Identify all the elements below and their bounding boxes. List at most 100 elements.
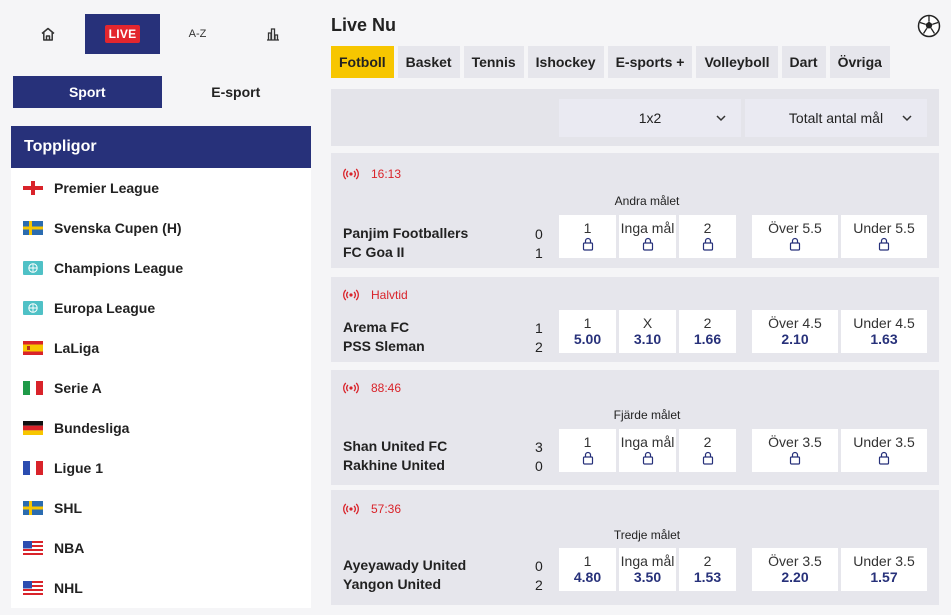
away-team[interactable]: PSS Sleman xyxy=(343,338,425,354)
lock-icon xyxy=(619,451,676,465)
odds-button[interactable]: Under 5.5 xyxy=(841,215,927,258)
odds-button[interactable]: Över 4.5 2.10 xyxy=(752,310,838,353)
odds-button[interactable]: Under 4.5 1.63 xyxy=(841,310,927,353)
market-dropdown-label: Totalt antal mål xyxy=(788,110,884,126)
live-signal-icon xyxy=(343,503,365,515)
odds-label: Över 3.5 xyxy=(768,434,822,450)
tab-7[interactable]: Övriga xyxy=(829,46,890,78)
match-time: Halvtid xyxy=(343,288,408,302)
league-item[interactable]: NBA xyxy=(11,528,311,568)
odds-label: 2 xyxy=(703,315,712,331)
odds-value: 2.20 xyxy=(781,569,809,585)
odds-button[interactable]: Under 3.5 1.57 xyxy=(841,548,927,591)
home-score: 0 xyxy=(535,558,543,574)
odds-button[interactable]: Över 3.5 2.20 xyxy=(752,548,838,591)
soccer-ball-icon[interactable] xyxy=(917,14,941,38)
live-button[interactable]: LIVE xyxy=(85,14,160,54)
league-item[interactable]: Europa League xyxy=(11,288,311,328)
league-label: Champions League xyxy=(54,260,184,276)
home-team[interactable]: Shan United FC xyxy=(343,438,447,454)
match-time-label: 16:13 xyxy=(371,167,402,181)
tab-5[interactable]: Volleyboll xyxy=(696,46,778,78)
league-item[interactable]: Premier League xyxy=(11,168,311,208)
odds-label: Inga mål xyxy=(620,434,675,450)
league-item[interactable]: NHL xyxy=(11,568,311,608)
away-team[interactable]: Yangon United xyxy=(343,576,441,592)
league-item[interactable]: Champions League xyxy=(11,248,311,288)
home-team[interactable]: Arema FC xyxy=(343,319,409,335)
home-score: 3 xyxy=(535,439,543,455)
tab-6[interactable]: Dart xyxy=(781,46,826,78)
italy-flag-icon xyxy=(23,381,43,395)
market-dropdown-total-goals[interactable]: Totalt antal mål xyxy=(745,99,927,137)
match-time: 88:46 xyxy=(343,381,401,395)
odds-button[interactable]: Inga mål 3.50 xyxy=(619,548,676,591)
tab-4[interactable]: E-sports + xyxy=(607,46,693,78)
odds-button[interactable]: Över 3.5 xyxy=(752,429,838,472)
lock-icon xyxy=(841,237,927,251)
home-team[interactable]: Ayeyawady United xyxy=(343,557,466,573)
tab-0[interactable]: Fotboll xyxy=(331,46,394,78)
away-team[interactable]: FC Goa II xyxy=(343,244,404,260)
esport-tab[interactable]: E-sport xyxy=(161,76,310,108)
league-item[interactable]: Ligue 1 xyxy=(11,448,311,488)
away-score: 2 xyxy=(535,339,543,355)
odds-button[interactable]: Under 3.5 xyxy=(841,429,927,472)
odds-button[interactable]: 1 xyxy=(559,429,616,472)
odds-value: 2.10 xyxy=(781,331,809,347)
away-team[interactable]: Rakhine United xyxy=(343,457,445,473)
home-score: 0 xyxy=(535,226,543,242)
chevron-down-icon xyxy=(902,115,912,122)
globe-flag-icon xyxy=(23,301,43,315)
globe-flag-icon xyxy=(23,261,43,275)
odds-label: 2 xyxy=(703,220,712,236)
lock-icon xyxy=(559,451,616,465)
match-time-label: Halvtid xyxy=(371,288,408,302)
sport-tab[interactable]: Sport xyxy=(13,76,162,108)
tab-1[interactable]: Basket xyxy=(397,46,460,78)
odds-value: 3.10 xyxy=(633,331,662,347)
odds-button[interactable]: 2 xyxy=(679,429,736,472)
home-team[interactable]: Panjim Footballers xyxy=(343,225,468,241)
odds-value: 1.63 xyxy=(870,331,898,347)
league-item[interactable]: SHL xyxy=(11,488,311,528)
odds-button[interactable]: 1 5.00 xyxy=(559,310,616,353)
odds-label: Över 5.5 xyxy=(768,220,822,236)
odds-button[interactable]: 2 1.53 xyxy=(679,548,736,591)
live-badge: LIVE xyxy=(104,25,141,43)
home-button[interactable] xyxy=(10,14,85,54)
market-title: Tredje målet xyxy=(613,528,681,542)
sweden-flag-icon xyxy=(23,501,43,515)
bar-chart-icon xyxy=(266,28,279,41)
odds-button[interactable]: Över 5.5 xyxy=(752,215,838,258)
league-label: Ligue 1 xyxy=(54,460,104,476)
league-label: Europa League xyxy=(54,300,156,316)
odds-button[interactable]: 1 xyxy=(559,215,616,258)
odds-label: Över 3.5 xyxy=(768,553,822,569)
odds-label: 1 xyxy=(583,220,592,236)
odds-value: 5.00 xyxy=(573,331,602,347)
live-signal-icon xyxy=(343,168,365,180)
odds-button[interactable]: 2 xyxy=(679,215,736,258)
lock-icon xyxy=(559,237,616,251)
league-item[interactable]: LaLiga xyxy=(11,328,311,368)
az-button[interactable]: A-Z xyxy=(160,14,235,54)
league-item[interactable]: Bundesliga xyxy=(11,408,311,448)
market-dropdown-1x2[interactable]: 1x2 xyxy=(559,99,741,137)
sport-toggle: Sport E-sport xyxy=(13,76,310,108)
odds-label: Under 5.5 xyxy=(853,220,915,236)
odds-value: 1.57 xyxy=(870,569,898,585)
market-title: Andra målet xyxy=(614,194,680,208)
odds-button[interactable]: X 3.10 xyxy=(619,310,676,353)
tab-3[interactable]: Ishockey xyxy=(527,46,604,78)
odds-button[interactable]: Inga mål xyxy=(619,215,676,258)
tab-2[interactable]: Tennis xyxy=(463,46,524,78)
league-item[interactable]: Svenska Cupen (H) xyxy=(11,208,311,248)
odds-button[interactable]: 2 1.66 xyxy=(679,310,736,353)
lock-icon xyxy=(619,237,676,251)
stats-button[interactable] xyxy=(235,14,310,54)
odds-label: Under 3.5 xyxy=(853,434,915,450)
odds-button[interactable]: 1 4.80 xyxy=(559,548,616,591)
league-item[interactable]: Serie A xyxy=(11,368,311,408)
odds-button[interactable]: Inga mål xyxy=(619,429,676,472)
